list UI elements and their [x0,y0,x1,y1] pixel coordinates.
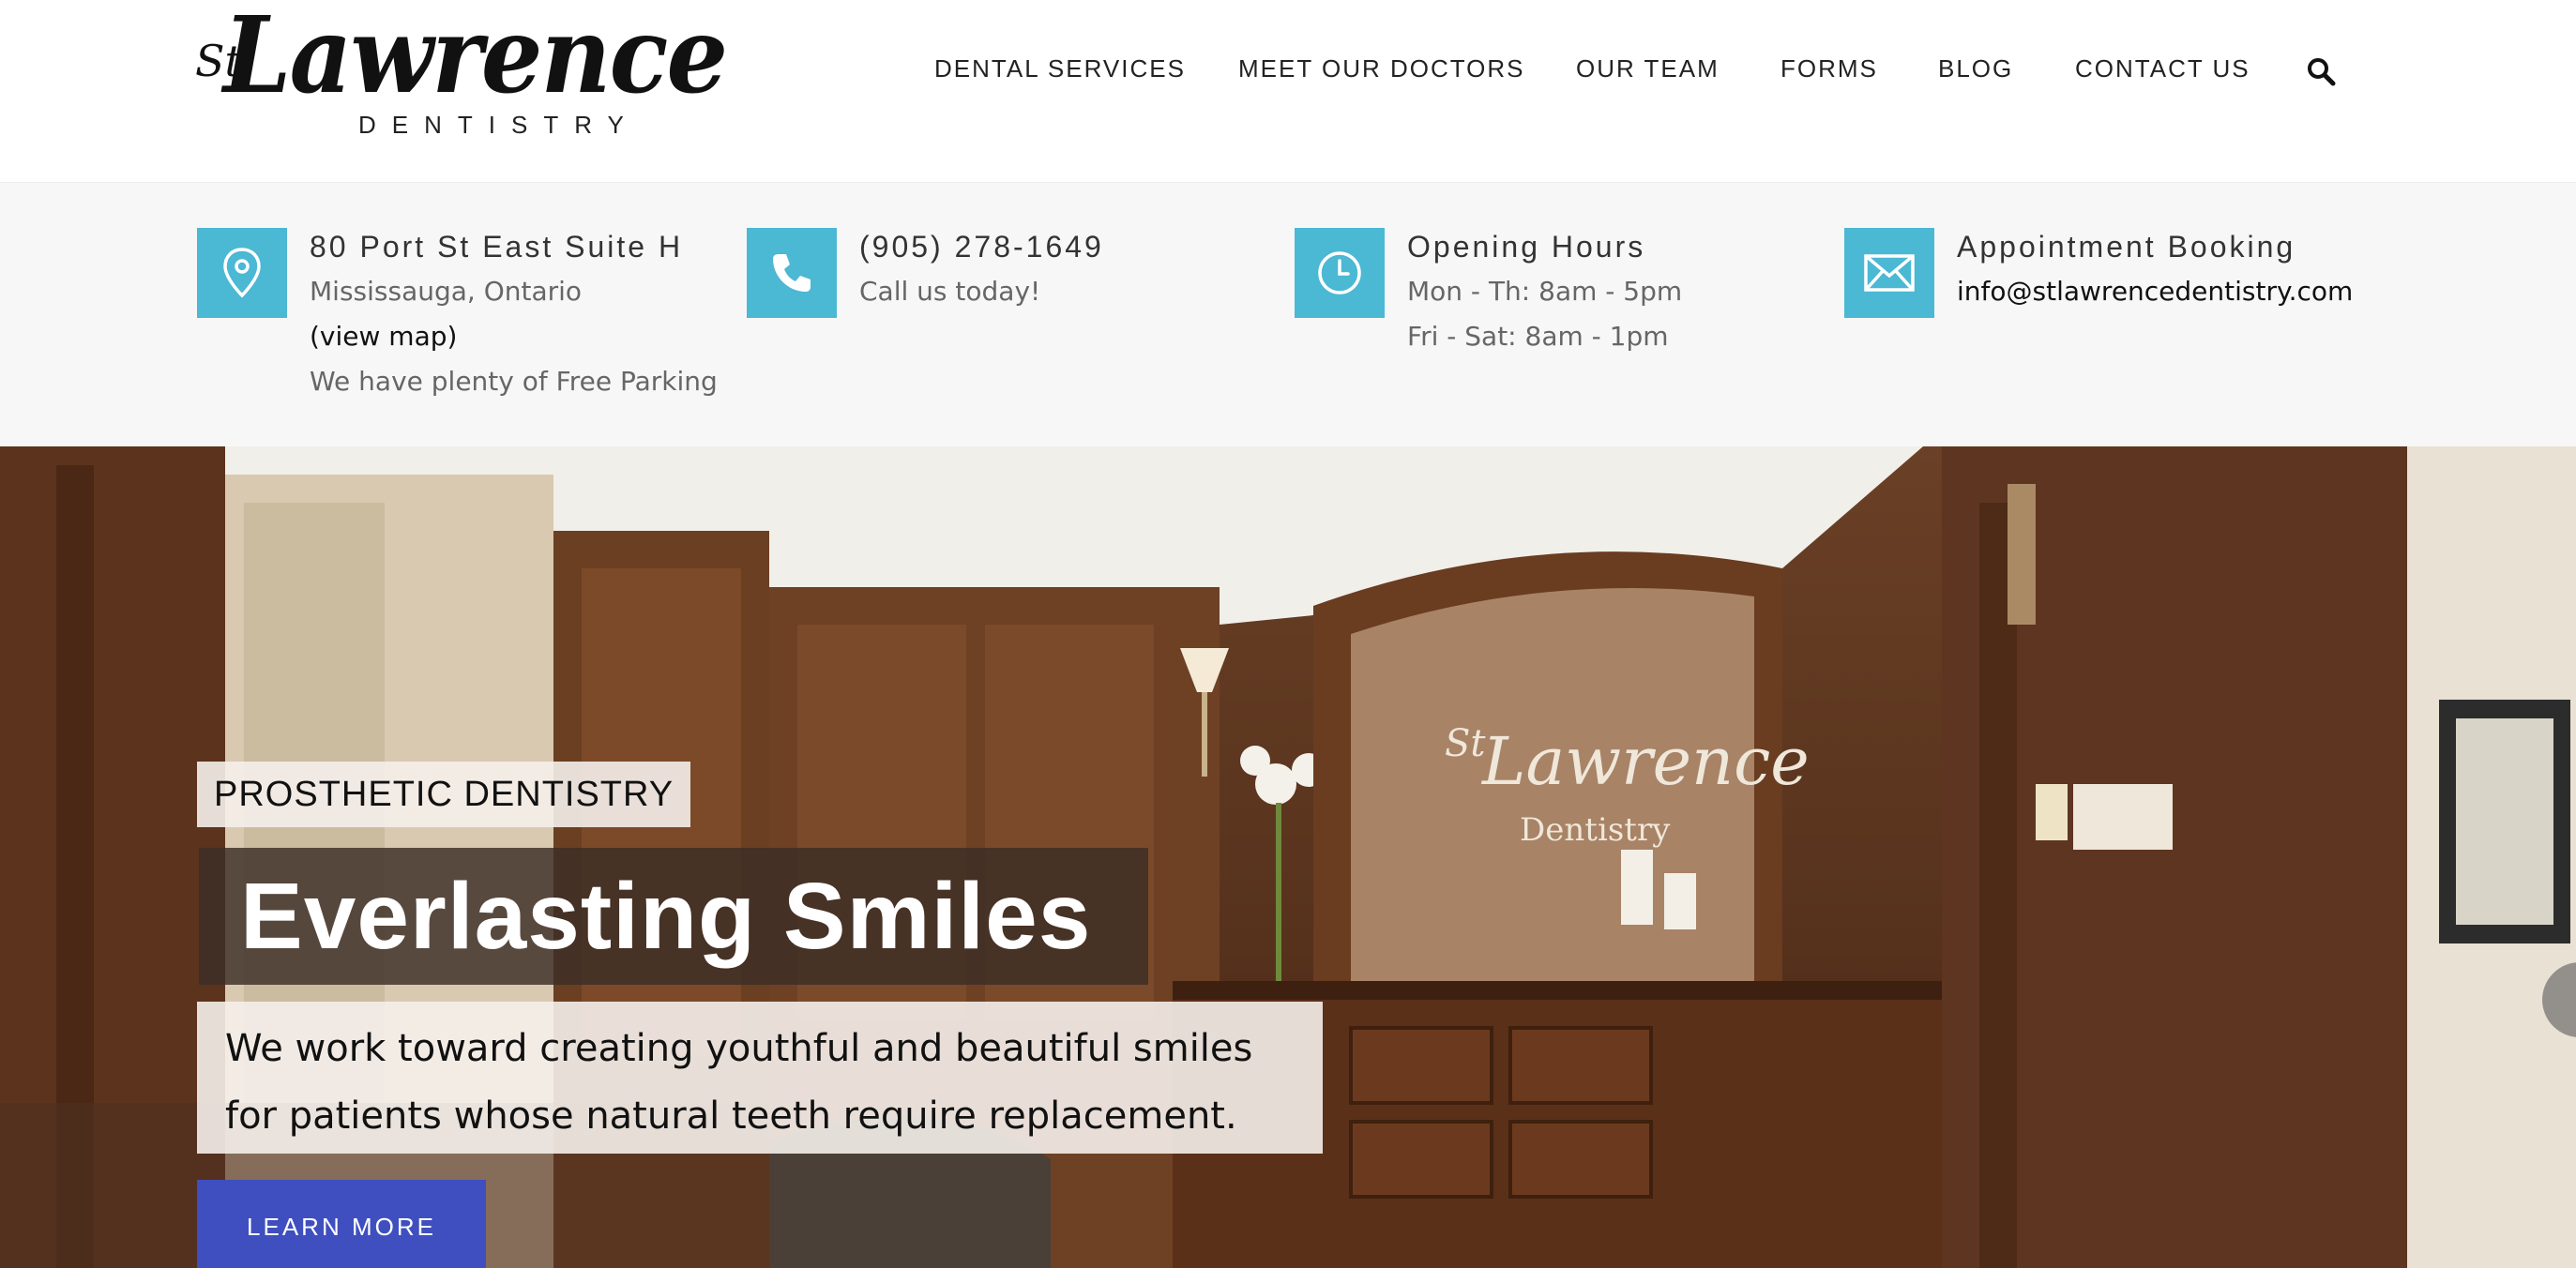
logo-subtitle: DENTISTRY [358,111,640,139]
envelope-icon [1844,228,1934,318]
map-pin-icon [197,228,287,318]
booking-email-link[interactable]: info@stlawrencedentistry.com [1957,269,2353,314]
hours-title: Opening Hours [1407,230,1646,264]
booking-title: Appointment Booking [1957,230,2296,264]
phone-number[interactable]: (905) 278-1649 [859,228,1104,269]
contact-info-bar: 80 Port St East Suite H Mississauga, Ont… [0,183,2576,446]
clock-icon [1295,228,1385,318]
nav-our-team[interactable]: OUR TEAM [1576,54,1720,83]
address-title: 80 Port St East Suite H [310,230,684,264]
logo-name: Lawrence [223,0,728,117]
hero-headline: Everlasting Smiles [240,864,1092,969]
nav-dental-services[interactable]: DENTAL SERVICES [934,54,1186,83]
nav-blog[interactable]: BLOG [1938,54,2013,83]
hero-headline-box: Everlasting Smiles [199,848,1148,985]
hero-slider: St Lawrence Dentistry PROSTHETIC DENTIST… [0,446,2576,1268]
wall-sign-st: St [1445,722,1486,765]
hours-weekend: Fri - Sat: 8am - 1pm [1407,321,1669,352]
wall-sign-sub: Dentistry [1520,811,1671,849]
hero-category-tag: PROSTHETIC DENTISTRY [197,762,691,827]
search-icon[interactable] [2306,56,2336,86]
parking-note: We have plenty of Free Parking [310,366,718,397]
wall-sign-name: Lawrence [1480,723,1810,800]
phone-cta: Call us today! [859,276,1041,307]
phone-icon [747,228,837,318]
address-city: Mississauga, Ontario [310,276,583,307]
view-map-link[interactable]: (view map) [310,314,718,359]
logo[interactable]: St Lawrence DENTISTRY [193,0,728,150]
site-header: St Lawrence DENTISTRY DENTAL SERVICES ME… [0,0,2576,183]
nav-contact-us[interactable]: CONTACT US [2075,54,2250,83]
hero-subtext: We work toward creating youthful and bea… [225,1027,1253,1138]
learn-more-button[interactable]: LEARN MORE [197,1180,486,1268]
nav-meet-our-doctors[interactable]: MEET OUR DOCTORS [1238,54,1525,83]
nav-forms[interactable]: FORMS [1780,54,1878,83]
hero-subtext-box: We work toward creating youthful and bea… [197,1002,1323,1154]
hours-weekday: Mon - Th: 8am - 5pm [1407,276,1683,307]
